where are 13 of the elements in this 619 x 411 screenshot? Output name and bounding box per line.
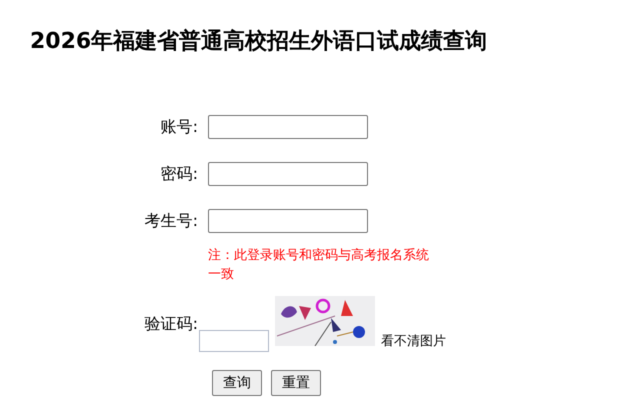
form-button[interactable]: 重置 <box>271 370 321 396</box>
page-title: 2026年福建省普通高校招生外语口试成绩查询 <box>30 28 488 56</box>
field-label: 验证码: <box>144 314 198 334</box>
captcha-input[interactable] <box>199 330 269 352</box>
refresh-captcha-link[interactable]: 看不清图片 <box>381 332 446 350</box>
field-label: 密码: <box>160 164 198 184</box>
input-field[interactable] <box>208 162 368 186</box>
field-label: 考生号: <box>144 210 198 232</box>
input-field[interactable] <box>208 209 368 233</box>
note-text: 注：此登录账号和密码与高考报名系统一致 <box>208 247 430 284</box>
form-button[interactable]: 查询 <box>212 370 262 396</box>
input-field[interactable] <box>208 115 368 139</box>
field-label: 账号: <box>160 116 198 138</box>
